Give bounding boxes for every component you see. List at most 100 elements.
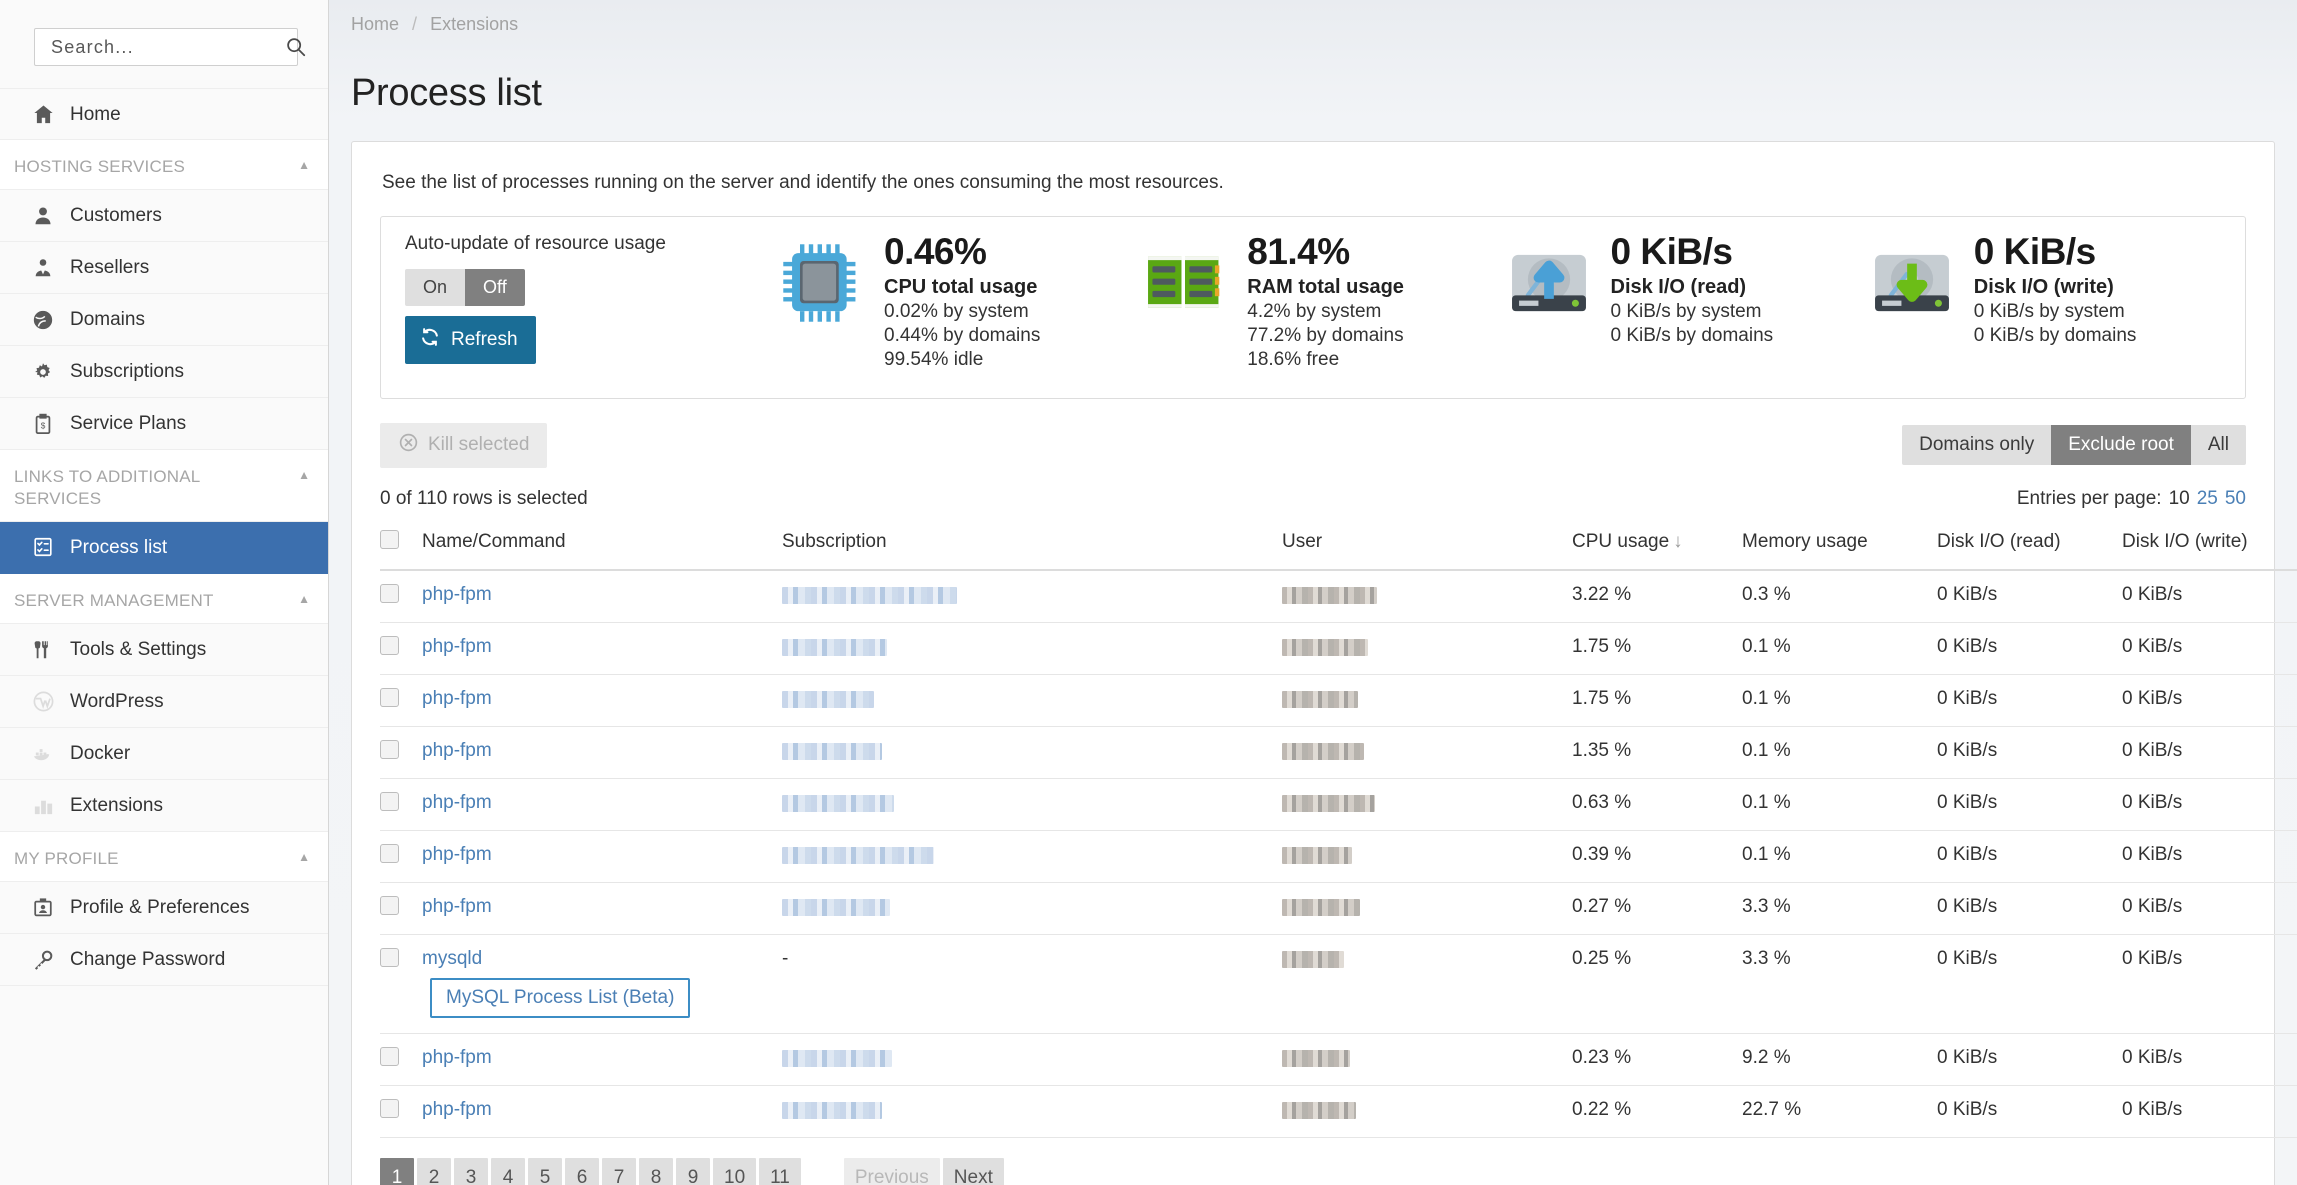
select-all-checkbox[interactable] (380, 529, 399, 549)
auto-update-on-option[interactable]: On (405, 268, 466, 306)
search-icon[interactable] (285, 36, 307, 58)
entries-per-page-50[interactable]: 50 (2225, 488, 2246, 509)
header-memory-usage[interactable]: Memory usage (1742, 523, 1937, 571)
sidebar-item-home[interactable]: Home (0, 88, 328, 140)
chevron-up-icon[interactable]: ▲ (298, 848, 310, 863)
breadcrumb-home[interactable]: Home (351, 14, 399, 34)
sidebar-item-wordpress[interactable]: WordPress (0, 676, 328, 728)
row-memory-cell: 0.1 % (1742, 830, 1937, 883)
row-checkbox[interactable] (380, 583, 399, 603)
row-checkbox[interactable] (380, 1046, 399, 1066)
row-user-cell (1282, 674, 1572, 727)
chevron-up-icon[interactable]: ▲ (298, 156, 310, 171)
header-name-command[interactable]: Name/Command (422, 523, 782, 571)
row-memory-cell: 9.2 % (1742, 1033, 1937, 1086)
page-button-10[interactable]: 10 (713, 1157, 757, 1185)
row-checkbox[interactable] (380, 687, 399, 707)
process-name-link[interactable]: php-fpm (422, 688, 492, 709)
sidebar-group-title: LINKS TO ADDITIONAL SERVICES (14, 467, 200, 508)
page-button-4[interactable]: 4 (491, 1157, 525, 1185)
header-user[interactable]: User (1282, 523, 1572, 571)
page-button-7[interactable]: 7 (602, 1157, 636, 1185)
entries-per-page-current: 10 (2168, 487, 2190, 509)
page-button-3[interactable]: 3 (454, 1157, 488, 1185)
page-button-6[interactable]: 6 (565, 1157, 599, 1185)
page-button-2[interactable]: 2 (417, 1157, 451, 1185)
header-cpu-usage[interactable]: CPU usage ↓ (1572, 523, 1742, 571)
disk-read-icon (1505, 233, 1601, 332)
filter-exclude-root[interactable]: Exclude root (2051, 425, 2191, 466)
header-subscription[interactable]: Subscription (782, 523, 1282, 571)
sidebar-group-my-profile[interactable]: MY PROFILE ▲ (0, 832, 328, 883)
sidebar-item-tools-and-settings[interactable]: Tools & Settings (0, 624, 328, 676)
redacted-subscription (782, 898, 890, 916)
metric-detail: 0.44% by domains (884, 324, 1041, 346)
process-name-link[interactable]: php-fpm (422, 636, 492, 657)
redacted-subscription (782, 690, 874, 708)
sidebar-item-customers[interactable]: Customers (0, 190, 328, 243)
chevron-up-icon[interactable]: ▲ (298, 466, 310, 481)
metric-detail: 0 KiB/s by domains (1610, 324, 1774, 346)
row-subscription-cell (782, 778, 1282, 831)
filter-domains-only[interactable]: Domains only (1902, 425, 2052, 466)
page-button-1[interactable]: 1 (380, 1157, 414, 1185)
row-cpu-cell: 1.75 % (1572, 622, 1742, 675)
page-button-11[interactable]: 11 (759, 1157, 801, 1185)
mysql-process-list-beta-link[interactable]: MySQL Process List (Beta) (430, 977, 691, 1018)
search-box[interactable] (34, 28, 306, 66)
row-checkbox[interactable] (380, 635, 399, 655)
redacted-user (1282, 586, 1377, 604)
row-select-cell (380, 1085, 422, 1138)
process-name-link[interactable]: php-fpm (422, 792, 492, 813)
row-select-cell (380, 830, 422, 883)
auto-update-toggle[interactable]: On Off (405, 268, 525, 306)
sidebar-item-label: WordPress (70, 691, 164, 712)
process-name-link[interactable]: php-fpm (422, 844, 492, 865)
row-checkbox[interactable] (380, 791, 399, 811)
sidebar-item-profile-and-preferences[interactable]: Profile & Preferences (0, 882, 328, 935)
kill-selected-button[interactable]: Kill selected (380, 422, 548, 468)
search-input[interactable] (49, 35, 285, 59)
row-checkbox[interactable] (380, 843, 399, 863)
row-memory-cell: 3.3 % (1742, 882, 1937, 935)
row-checkbox[interactable] (380, 739, 399, 759)
auto-update-off-option[interactable]: Off (465, 268, 525, 306)
header-disk-io-write[interactable]: Disk I/O (write) (2122, 523, 2297, 571)
page-button-5[interactable]: 5 (528, 1157, 562, 1185)
page-button-8[interactable]: 8 (639, 1157, 673, 1185)
sidebar-item-change-password[interactable]: Change Password (0, 934, 328, 987)
sidebar-item-docker[interactable]: Docker (0, 728, 328, 780)
filter-all[interactable]: All (2190, 425, 2246, 466)
refresh-button[interactable]: Refresh (405, 315, 536, 364)
row-checkbox[interactable] (380, 947, 399, 967)
sidebar-group-hosting-services[interactable]: HOSTING SERVICES ▲ (0, 140, 328, 191)
row-checkbox[interactable] (380, 895, 399, 915)
page-button-9[interactable]: 9 (676, 1157, 710, 1185)
chevron-up-icon[interactable]: ▲ (298, 590, 310, 605)
process-name-link[interactable]: php-fpm (422, 740, 492, 761)
sidebar-item-domains[interactable]: Domains (0, 294, 328, 347)
process-name-link[interactable]: mysqld (422, 948, 482, 969)
breadcrumb-extensions[interactable]: Extensions (430, 14, 518, 34)
sidebar-item-resellers[interactable]: Resellers (0, 242, 328, 295)
sidebar-group-server-management[interactable]: SERVER MANAGEMENT ▲ (0, 573, 328, 624)
metric-name: RAM total usage (1247, 275, 1404, 298)
gear-icon (28, 361, 58, 383)
process-name-link[interactable]: php-fpm (422, 896, 492, 917)
row-name-cell: php-fpm (422, 778, 782, 831)
entries-per-page-25[interactable]: 25 (2197, 488, 2218, 509)
sidebar-item-extensions[interactable]: Extensions (0, 780, 328, 832)
row-disk-write-cell: 0 KiB/s (2122, 1033, 2297, 1086)
previous-page-button[interactable]: Previous (843, 1157, 940, 1185)
sidebar-item-service-plans[interactable]: $ Service Plans (0, 398, 328, 451)
sidebar-item-process-list[interactable]: Process list (0, 521, 328, 574)
process-name-link[interactable]: php-fpm (422, 1099, 492, 1120)
row-user-cell (1282, 882, 1572, 935)
sidebar-item-subscriptions[interactable]: Subscriptions (0, 346, 328, 399)
row-checkbox[interactable] (380, 1098, 399, 1118)
process-name-link[interactable]: php-fpm (422, 1047, 492, 1068)
next-page-button[interactable]: Next (942, 1157, 1004, 1185)
header-disk-io-read[interactable]: Disk I/O (read) (1937, 523, 2122, 571)
sidebar-group-links-additional-services[interactable]: LINKS TO ADDITIONAL SERVICES ▲ (0, 450, 328, 522)
process-name-link[interactable]: php-fpm (422, 584, 492, 605)
